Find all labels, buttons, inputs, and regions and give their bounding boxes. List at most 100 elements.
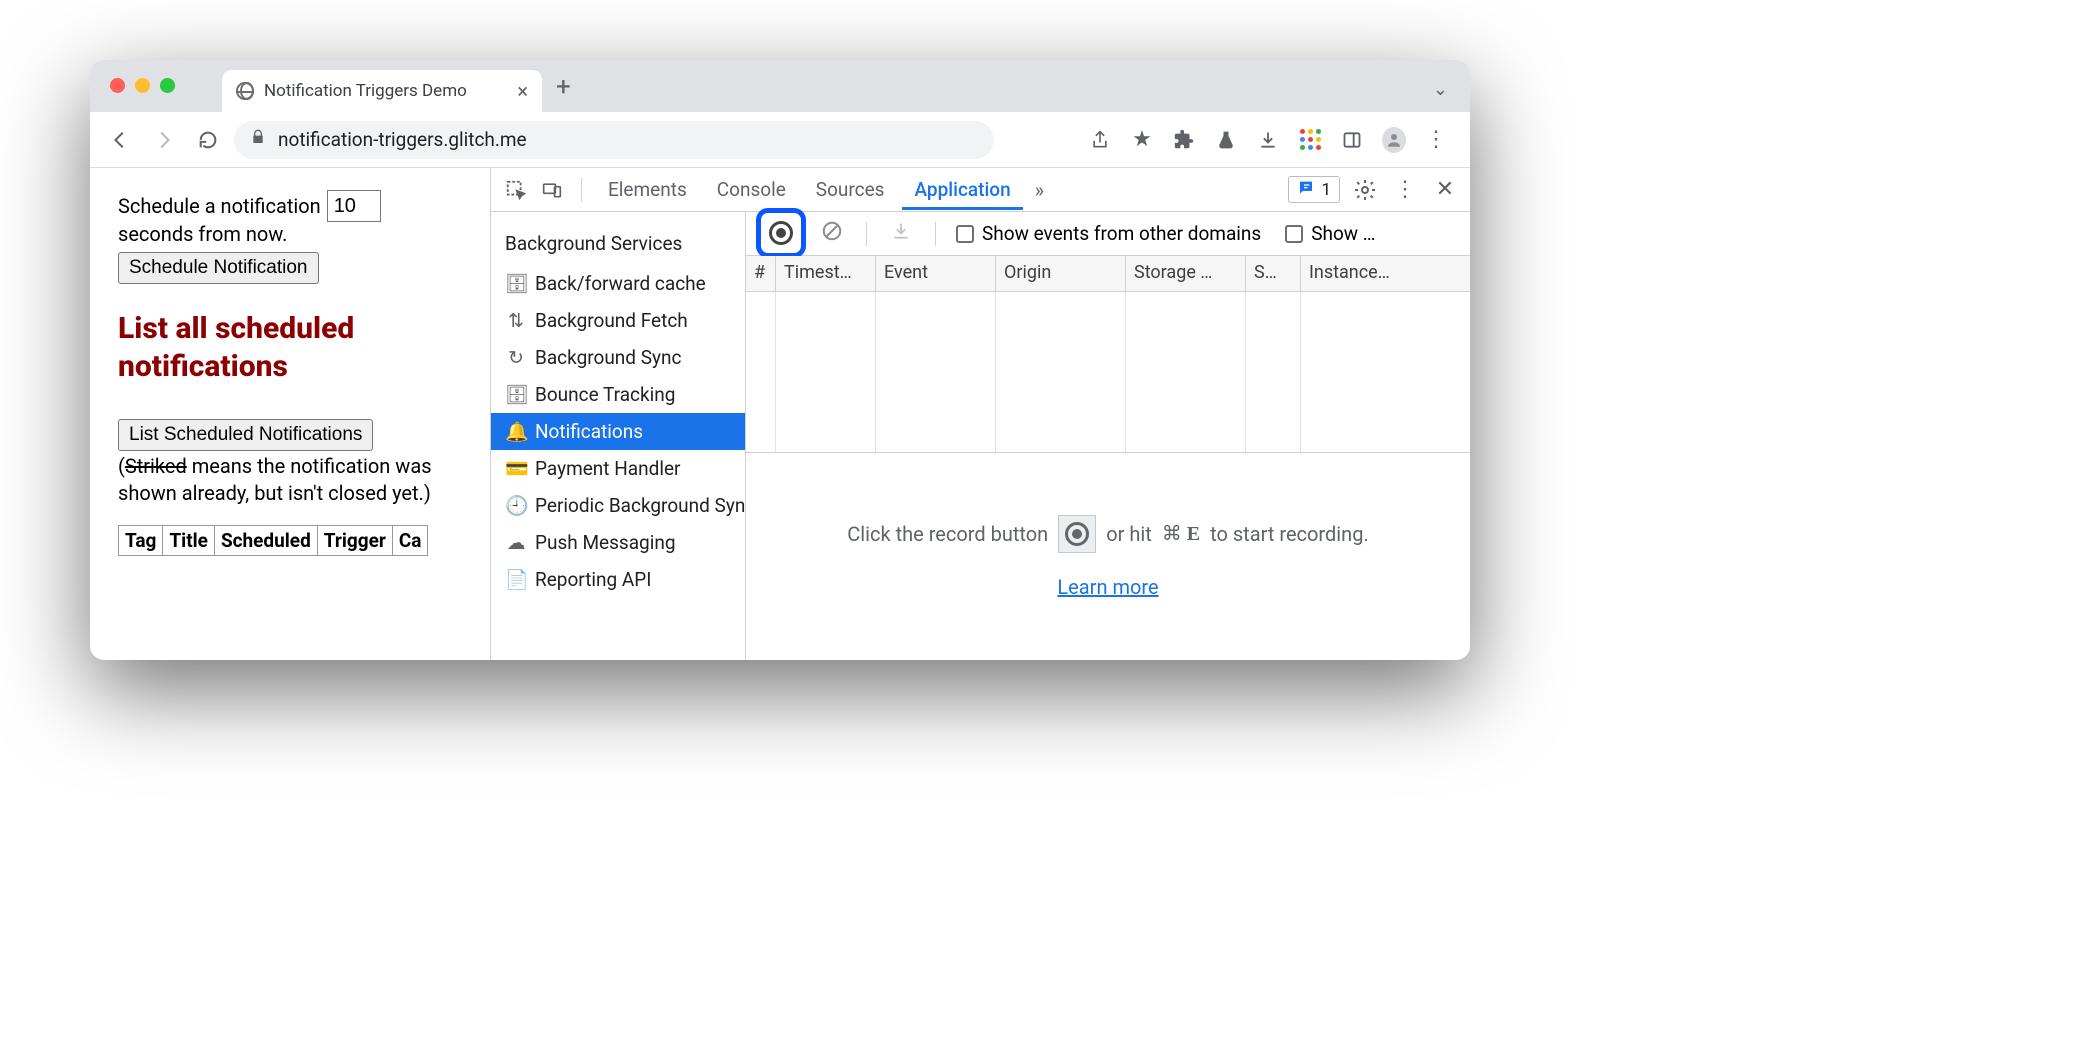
show-other-domains-checkbox[interactable]: Show events from other domains <box>956 222 1261 245</box>
seconds-input[interactable] <box>327 190 381 222</box>
tab-application[interactable]: Application <box>902 169 1022 210</box>
sidebar-section-title: Background Services <box>491 226 745 265</box>
tab-elements[interactable]: Elements <box>596 169 699 210</box>
th-scheduled: Scheduled <box>214 526 317 556</box>
hint-text-post: to start recording. <box>1210 522 1369 546</box>
sidebar-item-reporting[interactable]: 📄Reporting API <box>491 561 745 598</box>
record-icon[interactable] <box>769 221 793 245</box>
back-button[interactable] <box>102 122 138 158</box>
document-icon: 📄 <box>505 568 527 591</box>
tab-sources[interactable]: Sources <box>804 169 897 210</box>
th-event[interactable]: Event <box>876 256 996 291</box>
save-icon[interactable] <box>887 220 915 247</box>
database-icon: 🗄 <box>505 383 527 406</box>
devtools-tabstrip: Elements Console Sources Application » 1 <box>491 168 1470 212</box>
devtools-panel: Elements Console Sources Application » 1 <box>490 168 1470 660</box>
flask-icon[interactable] <box>1214 128 1238 152</box>
share-icon[interactable] <box>1088 128 1112 152</box>
tab-console[interactable]: Console <box>705 169 798 210</box>
more-tabs-icon[interactable]: » <box>1029 178 1050 202</box>
sidebar-item-periodic[interactable]: 🕘Periodic Background Sync <box>491 487 745 524</box>
browser-toolbar: notification-triggers.glitch.me ★ <box>90 112 1470 168</box>
new-tab-button[interactable]: + <box>556 72 571 102</box>
tab-list-dropdown-icon[interactable]: ⌄ <box>1433 79 1458 100</box>
th-cancel: Ca <box>392 526 428 556</box>
lock-icon <box>250 128 266 151</box>
th-index[interactable]: # <box>746 256 776 291</box>
sidebar-item-notifications[interactable]: 🔔Notifications <box>491 413 745 450</box>
th-title: Title <box>163 526 215 556</box>
extensions-icon[interactable] <box>1172 128 1196 152</box>
sidebar-item-payment[interactable]: 💳Payment Handler <box>491 450 745 487</box>
chrome-tab-strip: Notification Triggers Demo × + ⌄ <box>90 60 1470 112</box>
clear-icon[interactable] <box>818 220 846 247</box>
close-tab-icon[interactable]: × <box>517 79 528 103</box>
minimize-window-button[interactable] <box>135 78 150 93</box>
kebab-menu-icon[interactable]: ⋮ <box>1424 128 1448 152</box>
browser-tab[interactable]: Notification Triggers Demo × <box>222 70 542 112</box>
record-button-highlight <box>756 208 806 258</box>
checkbox-icon <box>1285 225 1303 243</box>
bell-icon: 🔔 <box>505 420 527 443</box>
th-origin[interactable]: Origin <box>996 256 1126 291</box>
checkbox-icon <box>956 225 974 243</box>
devtools-close-icon[interactable]: ✕ <box>1430 175 1460 205</box>
google-icon[interactable] <box>1298 128 1322 152</box>
show-more-checkbox[interactable]: Show … <box>1285 222 1375 245</box>
address-bar[interactable]: notification-triggers.glitch.me <box>234 121 994 159</box>
issues-badge[interactable]: 1 <box>1288 176 1340 203</box>
hint-text-mid: or hit <box>1106 522 1152 546</box>
profile-avatar[interactable] <box>1382 128 1406 152</box>
sidebar-item-bg-sync[interactable]: ↻Background Sync <box>491 339 745 376</box>
application-sidebar: Background Services 🗄Back/forward cache … <box>491 212 746 660</box>
learn-more-link[interactable]: Learn more <box>1057 575 1158 599</box>
hint-shortcut: ⌘ E <box>1162 521 1200 546</box>
schedule-text-suffix: seconds from now. <box>118 222 462 246</box>
devtools-kebab-icon[interactable]: ⋮ <box>1390 175 1420 205</box>
th-tag: Tag <box>119 526 163 556</box>
notifications-table: Tag Title Scheduled Trigger Ca <box>118 525 428 556</box>
devtools-settings-icon[interactable] <box>1350 175 1380 205</box>
sidebar-item-bfcache[interactable]: 🗄Back/forward cache <box>491 265 745 302</box>
events-table-header: # Timest… Event Origin Storage … S… Inst… <box>746 256 1470 292</box>
database-icon: 🗄 <box>505 272 527 295</box>
fetch-icon: ⇅ <box>505 309 527 332</box>
sidebar-item-push[interactable]: ☁Push Messaging <box>491 524 745 561</box>
device-toolbar-icon[interactable] <box>537 175 567 205</box>
list-scheduled-button[interactable]: List Scheduled Notifications <box>118 419 373 451</box>
side-panel-icon[interactable] <box>1340 128 1364 152</box>
sidebar-item-bounce[interactable]: 🗄Bounce Tracking <box>491 376 745 413</box>
content-split: Schedule a notification seconds from now… <box>90 168 1470 660</box>
issue-icon <box>1297 179 1315 200</box>
devtools-body: Background Services 🗄Back/forward cache … <box>491 212 1470 660</box>
window-controls <box>110 78 175 93</box>
hint-text-pre: Click the record button <box>847 522 1048 546</box>
bookmark-star-icon[interactable]: ★ <box>1130 128 1154 152</box>
th-s[interactable]: S… <box>1246 256 1301 291</box>
sidebar-item-bg-fetch[interactable]: ⇅Background Fetch <box>491 302 745 339</box>
globe-icon <box>236 82 254 100</box>
issue-count: 1 <box>1321 180 1331 200</box>
card-icon: 💳 <box>505 457 527 480</box>
inspect-element-icon[interactable] <box>501 175 531 205</box>
events-table-body <box>746 292 1470 452</box>
th-instance[interactable]: Instance… <box>1301 256 1470 291</box>
sync-icon: ↻ <box>505 346 527 369</box>
notifications-toolbar: Show events from other domains Show … <box>746 212 1470 256</box>
application-main: Show events from other domains Show … # … <box>746 212 1470 660</box>
downloads-icon[interactable] <box>1256 128 1280 152</box>
clock-icon: 🕘 <box>505 494 527 517</box>
schedule-notification-button[interactable]: Schedule Notification <box>118 252 319 284</box>
browser-window: Notification Triggers Demo × + ⌄ notific… <box>90 60 1470 660</box>
reload-button[interactable] <box>190 122 226 158</box>
th-storage[interactable]: Storage … <box>1126 256 1246 291</box>
forward-button[interactable] <box>146 122 182 158</box>
toolbar-actions: ★ ⋮ <box>1088 128 1458 152</box>
recording-hint: Click the record button or hit ⌘ E to st… <box>746 452 1470 660</box>
striked-note: (Striked means the notification was show… <box>118 453 462 507</box>
close-window-button[interactable] <box>110 78 125 93</box>
zoom-window-button[interactable] <box>160 78 175 93</box>
striked-word: Striked <box>125 454 187 478</box>
hint-record-icon <box>1058 515 1096 553</box>
th-timestamp[interactable]: Timest… <box>776 256 876 291</box>
